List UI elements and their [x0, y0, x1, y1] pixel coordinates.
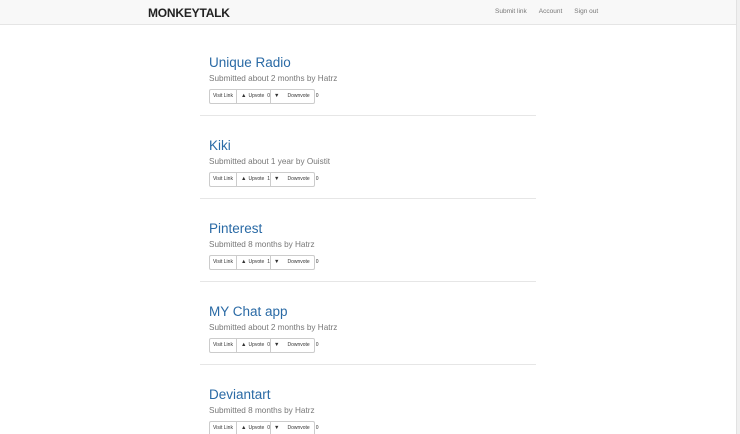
downvote-label: Downvote	[287, 259, 310, 265]
vote-button-group: Visit Link ▲ Upvote 0 ▼ Downvote 0	[209, 89, 318, 104]
upvote-count: 1	[267, 176, 271, 182]
item-divider	[200, 198, 536, 199]
downvote-button[interactable]: ▼ Downvote 0	[271, 339, 318, 352]
downvote-button[interactable]: ▼ Downvote 0	[271, 90, 318, 103]
downvote-count: 0	[315, 259, 319, 265]
link-meta: Submitted 8 months by Hatrz	[209, 240, 315, 249]
upvote-button[interactable]: ▲ Upvote 0	[237, 90, 271, 103]
visit-link-button[interactable]: Visit Link	[210, 173, 237, 186]
vote-button-group: Visit Link ▲ Upvote 1 ▼ Downvote 0	[209, 172, 318, 187]
visit-link-button[interactable]: Visit Link	[210, 256, 237, 269]
link-meta: Submitted about 1 year by Ouistit	[209, 157, 331, 166]
link-title[interactable]: Pinterest	[209, 221, 262, 236]
upvote-label: Upvote	[248, 342, 265, 348]
chevron-up-icon: ▲	[241, 259, 247, 265]
chevron-up-icon: ▲	[241, 93, 247, 99]
vote-button-group: Visit Link ▲ Upvote 0 ▼ Downvote 0	[209, 421, 318, 434]
upvote-button[interactable]: ▲ Upvote 1	[237, 256, 271, 269]
navbar: MONKEYTALK Submit link Account Sign out	[0, 0, 736, 25]
link-title[interactable]: Unique Radio	[209, 55, 291, 70]
chevron-down-icon: ▼	[274, 93, 280, 99]
visit-link-button[interactable]: Visit Link	[210, 339, 237, 352]
chevron-up-icon: ▲	[241, 425, 247, 431]
link-meta: Submitted about 2 months by Hatrz	[209, 74, 338, 83]
downvote-label: Downvote	[287, 176, 310, 182]
scrollbar[interactable]	[736, 0, 740, 434]
brand-logo[interactable]: MONKEYTALK	[148, 6, 230, 20]
downvote-label: Downvote	[287, 425, 310, 431]
upvote-count: 1	[267, 259, 271, 265]
chevron-down-icon: ▼	[274, 259, 280, 265]
downvote-button[interactable]: ▼ Downvote 0	[271, 422, 318, 434]
nav-links: Submit link Account Sign out	[495, 8, 610, 15]
upvote-count: 0	[267, 425, 271, 431]
chevron-up-icon: ▲	[241, 342, 247, 348]
visit-link-button[interactable]: Visit Link	[210, 90, 237, 103]
chevron-down-icon: ▼	[274, 176, 280, 182]
downvote-label: Downvote	[287, 93, 310, 99]
downvote-label: Downvote	[287, 342, 310, 348]
vote-button-group: Visit Link ▲ Upvote 0 ▼ Downvote 0	[209, 338, 318, 353]
link-meta: Submitted about 2 months by Hatrz	[209, 323, 338, 332]
vote-button-group: Visit Link ▲ Upvote 1 ▼ Downvote 0	[209, 255, 318, 270]
upvote-button[interactable]: ▲ Upvote 1	[237, 173, 271, 186]
downvote-button[interactable]: ▼ Downvote 0	[271, 173, 318, 186]
upvote-label: Upvote	[248, 176, 265, 182]
chevron-down-icon: ▼	[274, 342, 280, 348]
nav-submit-link[interactable]: Submit link	[495, 8, 527, 15]
upvote-label: Upvote	[248, 93, 265, 99]
visit-link-button[interactable]: Visit Link	[210, 422, 237, 434]
item-divider	[200, 364, 536, 365]
link-title[interactable]: MY Chat app	[209, 304, 288, 319]
upvote-button[interactable]: ▲ Upvote 0	[237, 339, 271, 352]
upvote-count: 0	[267, 93, 271, 99]
page: MONKEYTALK Submit link Account Sign out …	[0, 0, 740, 434]
nav-sign-out[interactable]: Sign out	[574, 8, 598, 15]
upvote-label: Upvote	[248, 259, 265, 265]
item-divider	[200, 281, 536, 282]
downvote-count: 0	[315, 342, 319, 348]
downvote-count: 0	[315, 425, 319, 431]
downvote-count: 0	[315, 176, 319, 182]
upvote-count: 0	[267, 342, 271, 348]
link-title[interactable]: Deviantart	[209, 387, 271, 402]
downvote-button[interactable]: ▼ Downvote 0	[271, 256, 318, 269]
link-meta: Submitted 8 months by Hatrz	[209, 406, 315, 415]
upvote-label: Upvote	[248, 425, 265, 431]
chevron-down-icon: ▼	[274, 425, 280, 431]
upvote-button[interactable]: ▲ Upvote 0	[237, 422, 271, 434]
chevron-up-icon: ▲	[241, 176, 247, 182]
link-title[interactable]: Kiki	[209, 138, 231, 153]
downvote-count: 0	[315, 93, 319, 99]
nav-account[interactable]: Account	[539, 8, 563, 15]
item-divider	[200, 115, 536, 116]
